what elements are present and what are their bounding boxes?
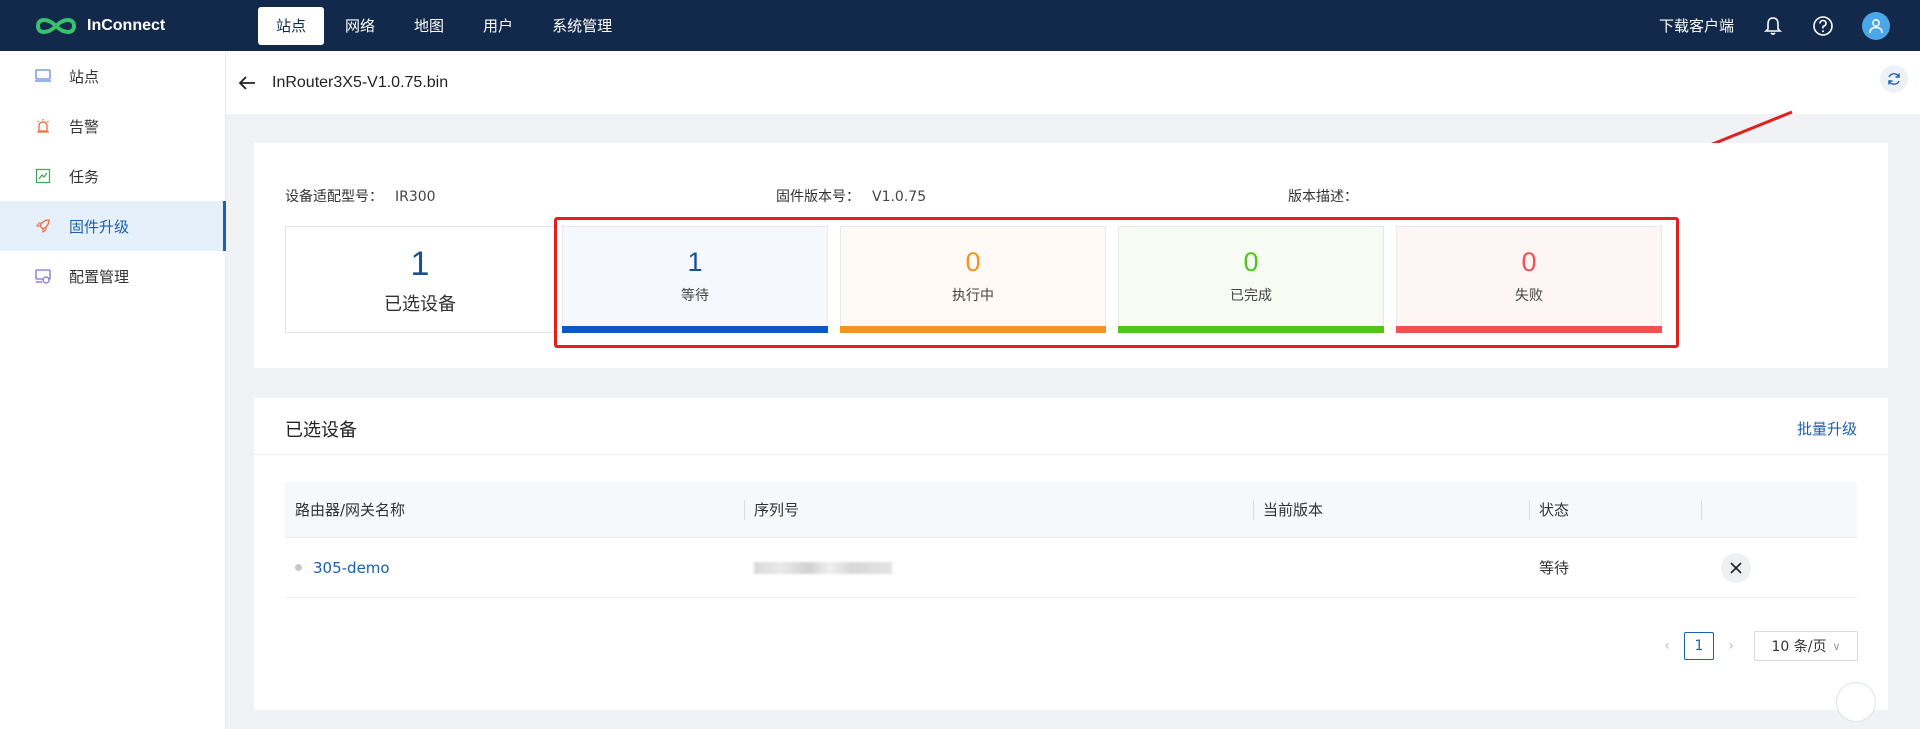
nav-tab-map[interactable]: 地图 [396, 7, 462, 45]
user-avatar[interactable] [1862, 11, 1890, 40]
device-model-label: 设备适配型号： [285, 189, 383, 205]
bell-icon[interactable] [1762, 15, 1784, 37]
cell-name: 305-demo [285, 559, 744, 577]
close-icon [1730, 561, 1742, 574]
page-size-select[interactable]: 10 条/页 ∨ [1754, 631, 1858, 661]
page-size-value: 10 条/页 [1771, 639, 1827, 655]
stat-color-bar [1118, 326, 1384, 333]
sidebar-item-label: 站点 [69, 67, 100, 86]
cell-status: 等待 [1539, 559, 1570, 577]
prev-page-icon[interactable]: ‹ [1658, 638, 1676, 654]
stat-in-progress[interactable]: 0 执行中 [840, 226, 1106, 333]
stat-failed[interactable]: 0 失败 [1396, 226, 1662, 333]
version-description-info: 版本描述： [1288, 186, 1358, 206]
column-header-version: 当前版本 [1253, 482, 1529, 538]
device-table: 路由器/网关名称 序列号 当前版本 状态 305-demo 等待 [285, 482, 1857, 598]
chart-icon [35, 168, 51, 184]
stat-label: 失败 [1515, 288, 1543, 304]
sidebar-item-label: 配置管理 [69, 267, 130, 286]
batch-upgrade-button[interactable]: 批量升级 [1797, 418, 1857, 439]
selected-device-count-box: 1 已选设备 [285, 226, 555, 333]
sidebar-item-firmware-upgrade[interactable]: 固件升级 [0, 201, 226, 251]
table-row: 305-demo 等待 [285, 538, 1857, 598]
remove-device-button[interactable] [1721, 552, 1751, 583]
config-icon [35, 268, 51, 284]
stat-color-bar [840, 326, 1106, 333]
stat-value: 0 [1521, 247, 1537, 277]
device-model-info: 设备适配型号： IR300 [285, 186, 436, 206]
screen-icon [35, 68, 51, 84]
chevron-down-icon: ∨ [1832, 639, 1841, 653]
content-header: InRouter3X5-V1.0.75.bin [226, 51, 1920, 114]
sidebar-item-label: 固件升级 [69, 217, 130, 236]
firmware-version-label: 固件版本号： [776, 189, 860, 205]
serial-number-redacted [754, 561, 892, 574]
sidebar-item-label: 告警 [69, 117, 100, 136]
top-bar: InConnect 站点 网络 地图 用户 系统管理 下载客户端 [0, 0, 1920, 51]
sidebar-item-tasks[interactable]: 任务 [0, 151, 225, 201]
cell-actions [1701, 552, 1857, 583]
download-client-link[interactable]: 下载客户端 [1659, 15, 1734, 36]
main-nav: 站点 网络 地图 用户 系统管理 [258, 6, 633, 45]
stat-completed[interactable]: 0 已完成 [1118, 226, 1384, 333]
selected-devices-title: 已选设备 [285, 420, 357, 441]
brand-logo[interactable]: InConnect [34, 14, 258, 38]
selected-device-count: 1 [410, 244, 430, 283]
infinity-logo-icon [35, 17, 77, 34]
sidebar: 站点 告警 任务 固件升级 配置管理 [0, 51, 226, 729]
stat-label: 已完成 [1230, 288, 1272, 304]
selected-devices-card: 已选设备 批量升级 路由器/网关名称 序列号 当前版本 状态 305-demo … [254, 398, 1888, 722]
status-dot [295, 564, 302, 571]
divider [254, 454, 1888, 455]
sidebar-item-sites[interactable]: 站点 [0, 51, 225, 101]
page-title: InRouter3X5-V1.0.75.bin [272, 73, 449, 91]
pagination: ‹ 1 › 10 条/页 ∨ [1658, 631, 1858, 661]
device-name-link[interactable]: 305-demo [313, 559, 390, 577]
stat-value: 1 [687, 247, 703, 277]
alarm-icon [35, 118, 51, 134]
sidebar-item-alarms[interactable]: 告警 [0, 101, 225, 151]
stat-value: 0 [1243, 247, 1259, 277]
nav-tab-users[interactable]: 用户 [465, 7, 531, 45]
nav-tab-sites[interactable]: 站点 [258, 6, 325, 45]
stat-label: 等待 [681, 288, 709, 304]
brand-name: InConnect [87, 16, 166, 34]
refresh-icon[interactable] [1880, 65, 1908, 93]
nav-tab-system[interactable]: 系统管理 [534, 7, 630, 45]
column-header-name: 路由器/网关名称 [295, 500, 406, 519]
selected-device-label: 已选设备 [384, 293, 456, 315]
stat-color-bar [1396, 326, 1662, 333]
back-arrow-icon[interactable] [232, 68, 262, 98]
stat-waiting[interactable]: 1 等待 [562, 226, 828, 333]
column-header-actions [1701, 482, 1857, 538]
table-header: 路由器/网关名称 序列号 当前版本 状态 [285, 482, 1857, 538]
user-icon [1869, 18, 1883, 33]
sidebar-item-config[interactable]: 配置管理 [0, 251, 225, 301]
sidebar-item-label: 任务 [69, 167, 100, 186]
page-number-current[interactable]: 1 [1684, 632, 1714, 660]
cell-serial [744, 561, 1253, 574]
stat-label: 执行中 [952, 288, 994, 304]
column-header-serial: 序列号 [744, 482, 1253, 538]
next-page-icon[interactable]: › [1722, 638, 1740, 654]
firmware-version-value: V1.0.75 [872, 189, 927, 205]
nav-tab-network[interactable]: 网络 [327, 7, 393, 45]
firmware-summary-card: 设备适配型号： IR300 固件版本号： V1.0.75 版本描述： 1 已选设备 … [254, 143, 1888, 368]
rocket-icon [35, 218, 51, 234]
version-description-label: 版本描述： [1288, 189, 1358, 205]
stat-color-bar [562, 326, 828, 333]
floating-help-button[interactable] [1836, 682, 1876, 722]
help-icon[interactable] [1812, 15, 1834, 37]
device-model-value: IR300 [395, 189, 436, 205]
top-right-actions: 下载客户端 [1659, 11, 1890, 40]
stat-value: 0 [965, 247, 981, 277]
column-header-status: 状态 [1529, 482, 1701, 538]
firmware-version-info: 固件版本号： V1.0.75 [776, 186, 926, 206]
